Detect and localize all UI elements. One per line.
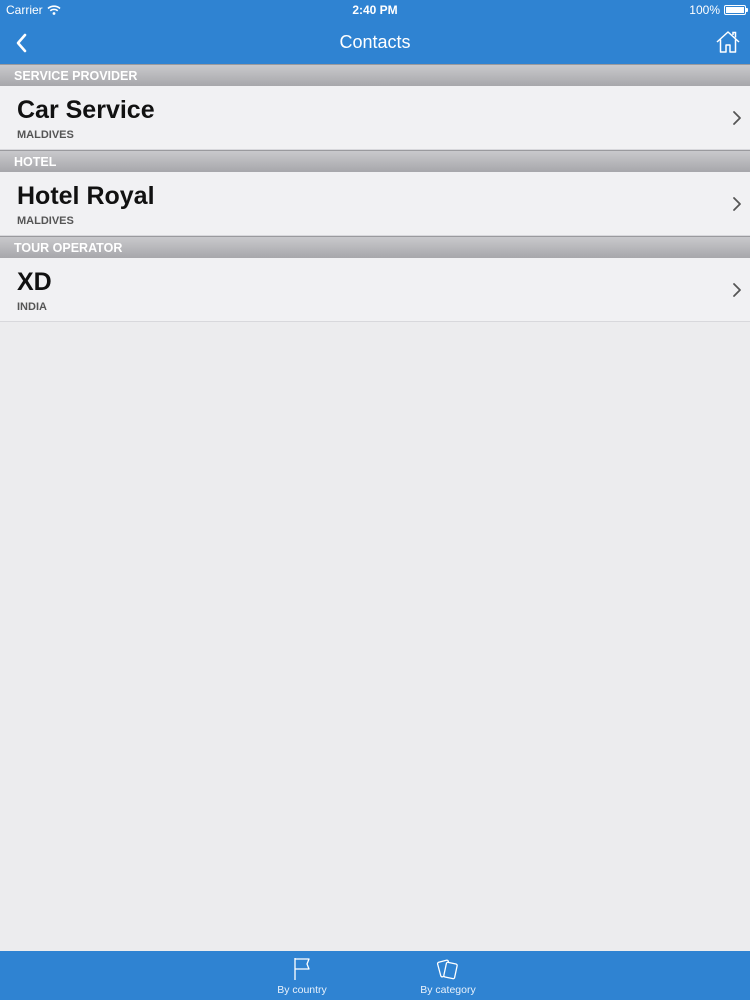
tab-bar: By country By category: [0, 951, 750, 1000]
page-title: Contacts: [339, 32, 411, 52]
contact-country: MALDIVES: [17, 129, 74, 141]
tab-label: By country: [277, 984, 327, 996]
contact-row-car-service[interactable]: Car Service MALDIVES: [0, 86, 750, 150]
contact-row-hotel-royal[interactable]: Hotel Royal MALDIVES: [0, 172, 750, 236]
contact-country: MALDIVES: [17, 215, 74, 227]
section-header-service-provider: SERVICE PROVIDER: [0, 64, 750, 86]
tab-by-category[interactable]: By category: [388, 951, 508, 1000]
tab-label: By category: [420, 984, 476, 996]
chevron-right-icon: [733, 111, 741, 125]
battery-indicator: 100%: [689, 3, 748, 17]
section-header-hotel: HOTEL: [0, 150, 750, 172]
navigation-bar: Contacts: [0, 22, 750, 64]
tab-by-country[interactable]: By country: [242, 951, 362, 1000]
contact-name: Hotel Royal: [17, 182, 155, 210]
flag-icon: [294, 958, 310, 980]
status-bar: Carrier 2:40 PM 100%: [0, 0, 750, 22]
chevron-right-icon: [733, 283, 741, 297]
battery-icon: [724, 5, 748, 15]
home-button[interactable]: [712, 26, 744, 58]
chevron-right-icon: [733, 197, 741, 211]
contact-country: INDIA: [17, 301, 47, 313]
contact-name: XD: [17, 268, 52, 296]
contact-row-xd[interactable]: XD INDIA: [0, 258, 750, 322]
battery-percent: 100%: [689, 3, 720, 17]
status-time: 2:40 PM: [352, 3, 398, 17]
contact-name: Car Service: [17, 96, 155, 124]
home-icon: [716, 31, 740, 53]
contacts-list: SERVICE PROVIDER Car Service MALDIVES HO…: [0, 64, 750, 322]
section-header-tour-operator: TOUR OPERATOR: [0, 236, 750, 258]
cards-icon: [436, 959, 458, 980]
